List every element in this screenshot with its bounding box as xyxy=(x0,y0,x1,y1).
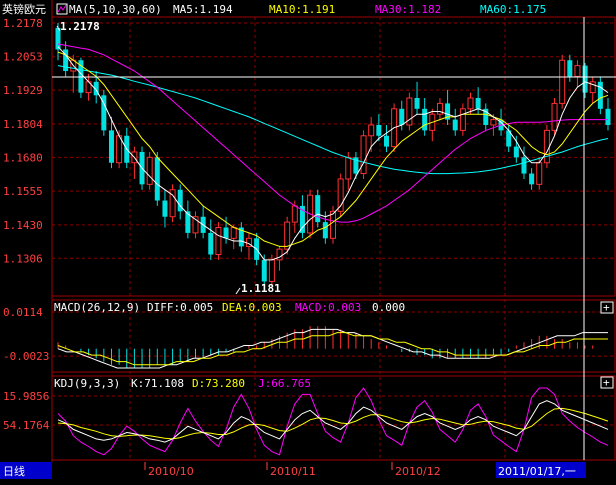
ma-params: MA(5,10,30,60) xyxy=(69,3,162,16)
candle-body-down xyxy=(162,200,168,217)
price-tick-label: 1.1430 xyxy=(3,219,43,232)
kdj-j-value: J:66.765 xyxy=(258,377,311,390)
ma10-value: MA10:1.191 xyxy=(269,3,335,16)
forex-chart: 1.2178 1.2053 1.1929 1.1804 1.1680 1.1555 1.14… xyxy=(0,0,616,485)
price-tick-label: 1.1929 xyxy=(3,84,43,97)
month-label: 2010/12 xyxy=(395,465,441,478)
month-label: 2010/10 xyxy=(148,465,194,478)
price-tick-label: 1.2053 xyxy=(3,51,43,64)
price-tick-label: 1.1555 xyxy=(3,185,43,198)
ma5-value: MA5:1.194 xyxy=(173,3,233,16)
candle-body-down xyxy=(399,108,405,125)
candle-body-down xyxy=(529,173,535,185)
macd-tick-label: 0.0114 xyxy=(3,306,43,319)
kdj-tick-label: 15.9856 xyxy=(3,390,49,403)
candle-body-up xyxy=(543,129,550,164)
macd-macd-value: MACD:0.003 xyxy=(295,301,361,314)
candle-body-down xyxy=(597,81,603,109)
candle-body-down xyxy=(322,222,328,239)
candle-body-down xyxy=(567,60,573,77)
month-labels: 2010/10 2010/11 2010/12 xyxy=(144,462,441,478)
candle-body-up xyxy=(268,259,275,282)
candle-body-up xyxy=(330,210,336,239)
instrument-name: 英镑欧元 xyxy=(2,2,46,16)
candle-body-up xyxy=(146,156,153,185)
period-label: 日线 xyxy=(3,464,25,478)
kdj-tick-label: 54.1764 xyxy=(3,419,50,432)
plus-icon: + xyxy=(603,301,610,314)
ma60-value: MA60:1.175 xyxy=(480,3,546,16)
candle-body-down xyxy=(223,227,229,239)
macd-dea-value: DEA:0.003 xyxy=(222,301,282,314)
kdj-d-value: D:73.280 xyxy=(192,377,245,390)
candle-body-down xyxy=(513,146,519,158)
candle-body-down xyxy=(521,157,527,174)
macd-diff-value: DIFF:0.005 xyxy=(147,301,213,314)
candle-body-down xyxy=(261,259,267,282)
high-annotation: 1.2178 xyxy=(60,20,100,33)
low-annotation: 1.1181 xyxy=(241,282,281,295)
macd-extra-value: 0.000 xyxy=(372,301,405,314)
kdj-expand-button[interactable]: + xyxy=(600,376,614,389)
cursor-date: 2011/01/17,一 xyxy=(498,465,576,478)
month-label: 2010/11 xyxy=(270,465,316,478)
candle-body-down xyxy=(315,195,321,223)
candle-body-down xyxy=(452,119,458,131)
candle-body-up xyxy=(459,108,466,131)
candle-body-down xyxy=(154,157,160,201)
candle-body-up xyxy=(215,227,222,255)
candle-body-up xyxy=(360,135,367,175)
kdj-params: KDJ(9,3,3) xyxy=(54,377,120,390)
price-tick-label: 1.1680 xyxy=(3,151,43,164)
candle-body-down xyxy=(582,65,588,93)
candle-body-down xyxy=(383,135,389,147)
ma30-value: MA30:1.182 xyxy=(375,3,441,16)
candle-body-up xyxy=(574,65,581,77)
candle-body-down xyxy=(376,124,382,136)
candle-body-down xyxy=(414,98,420,109)
candle-body-up xyxy=(490,119,497,126)
macd-params: MACD(26,12,9) xyxy=(54,301,140,314)
macd-expand-button[interactable]: + xyxy=(600,301,614,314)
candle-body-down xyxy=(422,108,428,131)
candle-body-down xyxy=(108,130,114,163)
candle-body-up xyxy=(551,102,558,131)
chart-background xyxy=(0,0,616,485)
macd-tick-label: -0.0023 xyxy=(3,350,49,363)
price-tick-label: 1.1804 xyxy=(3,118,43,131)
candle-body-down xyxy=(208,232,214,255)
candle-body-up xyxy=(559,59,566,104)
kdj-k-value: K:71.108 xyxy=(131,377,184,390)
candle-body-up xyxy=(345,156,352,180)
candle-body-up xyxy=(368,124,375,137)
price-tick-label: 1.1306 xyxy=(3,252,43,265)
candle-body-up xyxy=(230,227,237,239)
plus-icon: + xyxy=(603,376,610,389)
price-tick-label: 1.2178 xyxy=(3,17,43,30)
candle-body-up xyxy=(291,205,298,223)
candle-body-up xyxy=(467,97,474,110)
candle-body-down xyxy=(475,98,481,109)
candle-body-up xyxy=(284,221,291,250)
candle-body-up xyxy=(536,162,543,185)
candle-body-down xyxy=(605,108,611,125)
